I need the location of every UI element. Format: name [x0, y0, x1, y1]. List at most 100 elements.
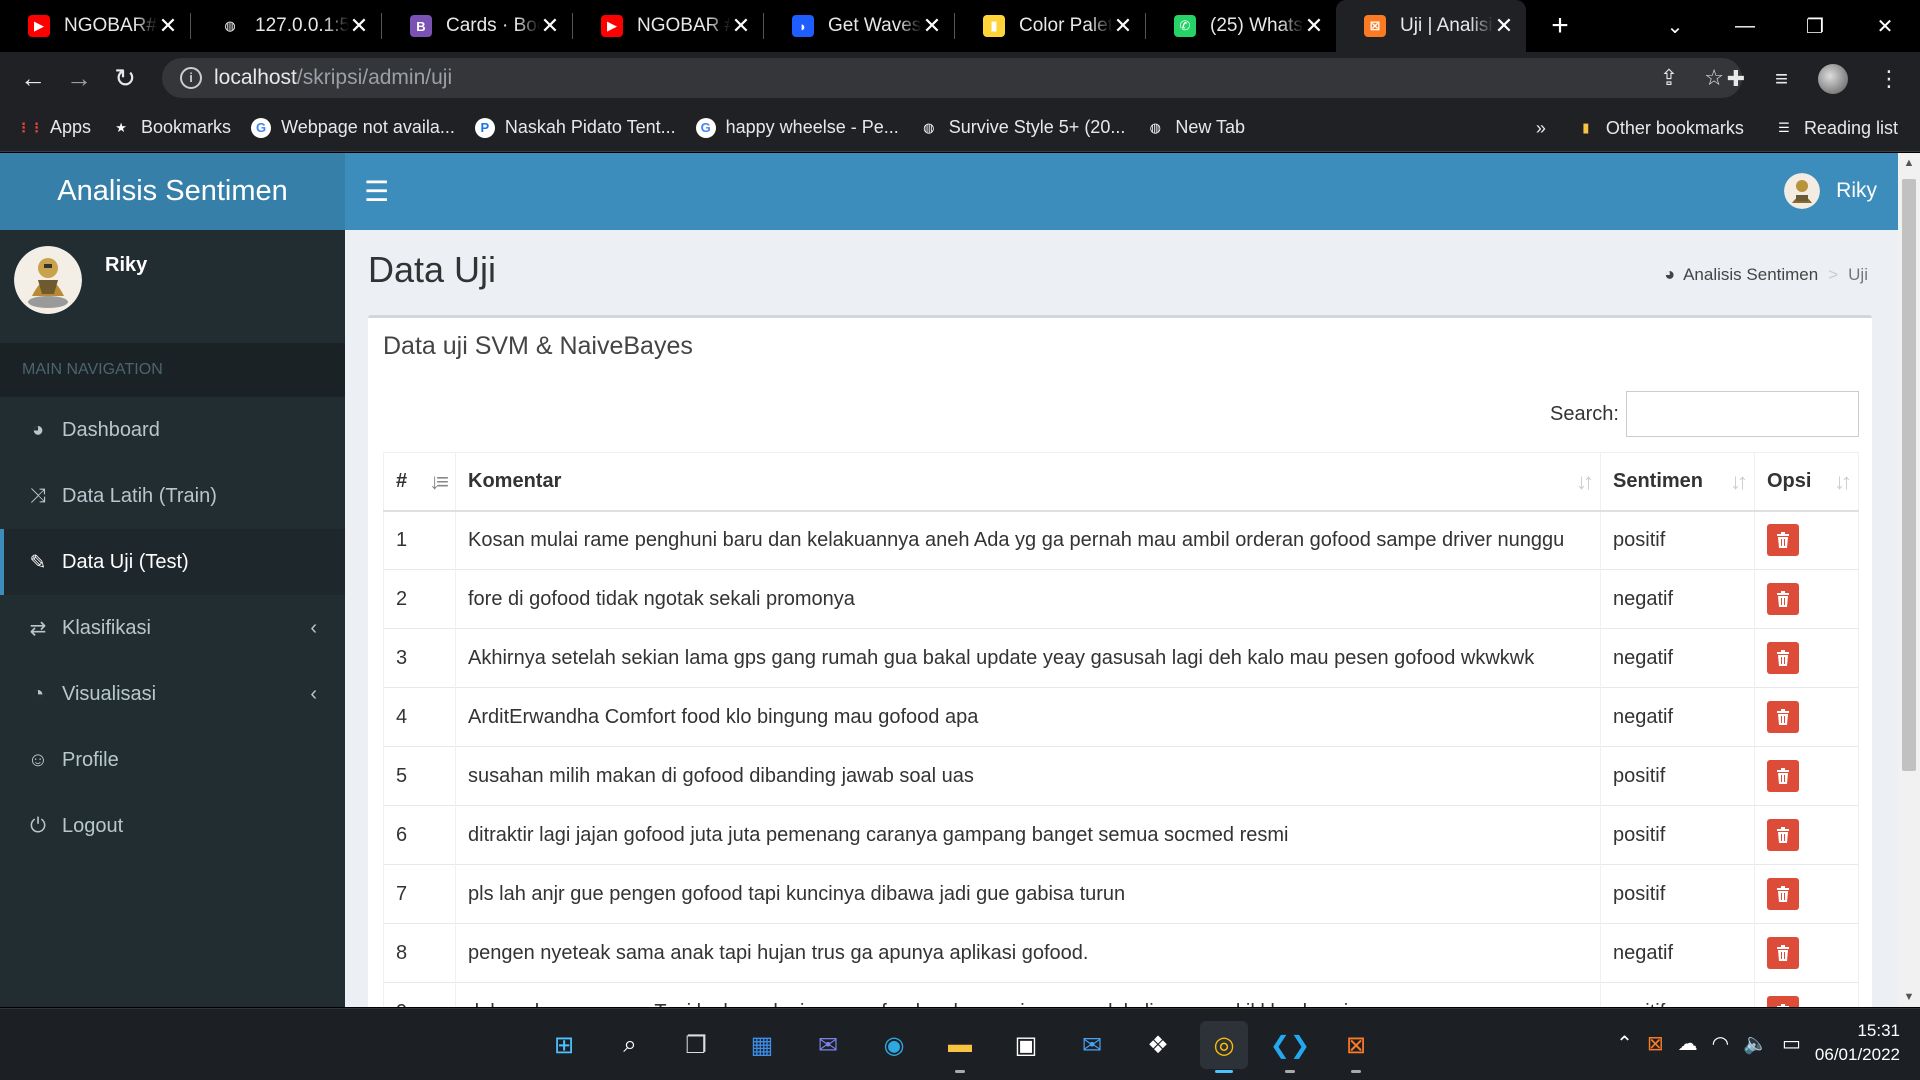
file-explorer-icon[interactable]: ▬: [936, 1021, 984, 1073]
widgets-icon[interactable]: ▦: [738, 1021, 786, 1069]
task-view-icon[interactable]: ❐: [672, 1021, 720, 1069]
close-tab-icon[interactable]: ✕: [1113, 13, 1133, 39]
close-tab-icon[interactable]: ✕: [1304, 13, 1324, 39]
wifi-icon[interactable]: ◠: [1712, 1031, 1729, 1056]
battery-icon[interactable]: ▭: [1782, 1031, 1801, 1056]
dropbox-icon[interactable]: ❖: [1134, 1021, 1182, 1069]
delete-button[interactable]: [1767, 878, 1799, 910]
bookmark-item[interactable]: G Webpage not availa...: [251, 117, 455, 138]
bookmarks-overflow-button[interactable]: »: [1536, 118, 1546, 139]
cell-no: 2: [383, 569, 456, 629]
close-tab-icon[interactable]: ✕: [349, 13, 369, 39]
sidebar-item[interactable]: ⏻ Logout: [0, 793, 345, 859]
whatsapp-icon: ✆: [1174, 15, 1196, 37]
search-icon[interactable]: ⌕: [606, 1021, 654, 1069]
xampp-tray-icon[interactable]: ⊠: [1647, 1031, 1664, 1056]
volume-icon[interactable]: 🔈: [1743, 1031, 1768, 1056]
media-queue-icon[interactable]: ≡: [1775, 66, 1788, 92]
bookmark-item[interactable]: ◍ Survive Style 5+ (20...: [919, 117, 1125, 138]
close-tab-icon[interactable]: ✕: [731, 13, 751, 39]
bookmark-item[interactable]: ☰ Reading list: [1774, 118, 1898, 139]
column-header-number[interactable]: # ↓≡: [383, 452, 456, 512]
chevron-up-icon[interactable]: ⌃: [1616, 1031, 1633, 1056]
delete-button[interactable]: [1767, 819, 1799, 851]
cell-opsi: [1754, 805, 1859, 865]
vscode-icon[interactable]: ❮❯: [1266, 1021, 1314, 1073]
url-text[interactable]: localhost/skripsi/admin/uji: [214, 66, 452, 90]
search-input[interactable]: [1626, 391, 1859, 437]
close-window-button[interactable]: ✕: [1850, 14, 1920, 39]
delete-button[interactable]: [1767, 760, 1799, 792]
xampp-icon[interactable]: ⊠: [1332, 1021, 1380, 1073]
sidebar-item[interactable]: ◕ Dashboard: [0, 397, 345, 463]
browser-tab[interactable]: ▶ NGOBAR#2 ✕: [0, 0, 190, 52]
windows-start-icon[interactable]: ⊞: [540, 1021, 588, 1069]
column-header-opsi[interactable]: Opsi ↓↑: [1754, 452, 1859, 512]
sidebar-toggle-icon[interactable]: ☰: [364, 175, 389, 208]
browser-tab[interactable]: ◗ Get Waves ✕: [764, 0, 954, 52]
delete-button[interactable]: [1767, 524, 1799, 557]
store-icon[interactable]: ▣: [1002, 1021, 1050, 1069]
page-scrollbar[interactable]: ▲ ▼: [1898, 153, 1920, 1007]
omnibox[interactable]: i localhost/skripsi/admin/uji ⇪ ☆: [162, 58, 1742, 98]
delete-button[interactable]: [1767, 701, 1799, 733]
back-arrow-icon[interactable]: ←: [10, 63, 56, 94]
bookmark-item[interactable]: ▮ Other bookmarks: [1576, 118, 1744, 139]
sidebar-item[interactable]: ☺ Profile: [0, 727, 345, 793]
bookmark-item[interactable]: ⋮⋮ Apps: [17, 117, 91, 138]
browser-tab[interactable]: ▶ NGOBAR # ✕: [573, 0, 763, 52]
running-indicator: [955, 1070, 965, 1073]
bookmark-item[interactable]: ◍ New Tab: [1145, 117, 1245, 138]
scroll-down-icon[interactable]: ▼: [1898, 991, 1920, 1003]
delete-button[interactable]: [1767, 583, 1799, 615]
browser-tab[interactable]: ▮ Color Palett ✕: [955, 0, 1145, 52]
user-circle-icon: ☺: [27, 748, 49, 771]
sidebar-item[interactable]: ⤨ Data Latih (Train): [0, 463, 345, 529]
top-user-menu[interactable]: Riky: [1784, 173, 1877, 209]
bookmark-star-icon[interactable]: ☆: [1704, 65, 1724, 91]
close-tab-icon[interactable]: ✕: [158, 13, 178, 39]
close-tab-icon[interactable]: ✕: [540, 13, 560, 39]
delete-button[interactable]: [1767, 937, 1799, 969]
scrollbar-thumb[interactable]: [1902, 179, 1916, 771]
column-header-komentar[interactable]: Komentar ↓↑: [455, 452, 1601, 512]
trash-icon: [1777, 827, 1789, 843]
browser-tab[interactable]: ✆ (25) Whats/✕: [1146, 0, 1336, 52]
mail-icon[interactable]: ✉: [1068, 1021, 1116, 1069]
minimize-button[interactable]: —: [1710, 15, 1780, 38]
sidebar-item[interactable]: ◔ Visualisasi ‹: [0, 661, 345, 727]
delete-button[interactable]: [1767, 642, 1799, 674]
browser-tab[interactable]: ◍ 127.0.0.1:55✕: [191, 0, 381, 52]
restore-button[interactable]: ❐: [1780, 14, 1850, 39]
table-row: 3 Akhirnya setelah sekian lama gps gang r…: [383, 628, 1859, 688]
tab-search-icon[interactable]: ⌄: [1640, 14, 1710, 39]
sidebar-item[interactable]: ⇄ Klasifikasi ‹: [0, 595, 345, 661]
reload-icon[interactable]: ↻: [102, 63, 148, 94]
clock[interactable]: 15:31 06/01/2022: [1815, 1019, 1900, 1067]
new-tab-icon[interactable]: +: [1540, 9, 1580, 43]
profile-avatar-icon[interactable]: [1818, 64, 1848, 94]
site-info-icon[interactable]: i: [180, 67, 202, 89]
browser-tab[interactable]: ⊠ Uji | Analisi ✕: [1336, 0, 1526, 52]
cloud-icon[interactable]: ☁: [1678, 1031, 1698, 1056]
breadcrumb-home[interactable]: Analisis Sentimen: [1683, 265, 1818, 285]
browser-tab[interactable]: B Cards · Boo ✕: [382, 0, 572, 52]
bookmark-item[interactable]: Ghappy wheelse - Pe...: [695, 117, 899, 138]
bookmark-label: New Tab: [1175, 117, 1246, 137]
extensions-puzzle-icon[interactable]: ✚: [1727, 66, 1745, 92]
bookmark-item[interactable]: P Naskah Pidato Tent...: [474, 117, 676, 138]
sidebar-item[interactable]: ✎ Data Uji (Test): [0, 529, 345, 595]
bookmark-item[interactable]: ★ Bookmarks: [111, 117, 231, 138]
close-tab-icon[interactable]: ✕: [922, 13, 942, 39]
forward-arrow-icon[interactable]: →: [56, 63, 102, 94]
chrome-icon[interactable]: ◎: [1200, 1021, 1248, 1073]
delete-button[interactable]: [1767, 996, 1799, 1007]
share-icon[interactable]: ⇪: [1660, 65, 1678, 91]
close-tab-icon[interactable]: ✕: [1494, 13, 1514, 39]
app-logo[interactable]: Analisis Sentimen: [0, 153, 345, 230]
scroll-up-icon[interactable]: ▲: [1898, 157, 1920, 169]
kebab-menu-icon[interactable]: ⋮: [1878, 66, 1900, 92]
column-header-sentimen[interactable]: Sentimen ↓↑: [1600, 452, 1755, 512]
edge-icon[interactable]: ◉: [870, 1021, 918, 1069]
teams-chat-icon[interactable]: ✉: [804, 1021, 852, 1069]
